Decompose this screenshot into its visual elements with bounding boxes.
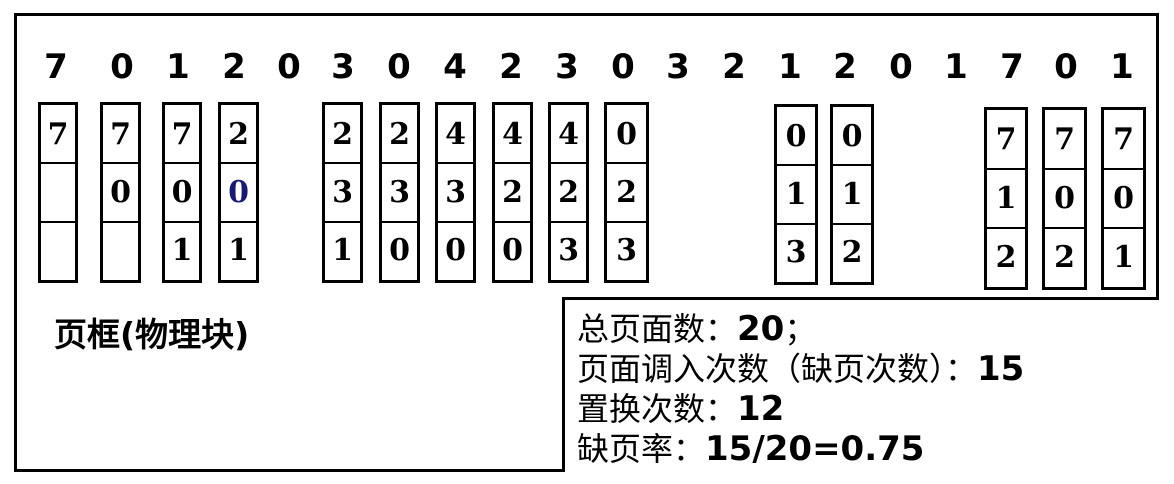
- frame-cell: 3: [616, 233, 637, 269]
- reference-page: 3: [331, 47, 355, 87]
- frame-cell: 7: [1054, 122, 1075, 157]
- reference-page: 1: [944, 47, 968, 87]
- frame-cell: 3: [558, 233, 579, 269]
- frame-column: 7 0 2: [1042, 107, 1087, 290]
- frame-cell: 2: [616, 174, 637, 210]
- frame-cell: 0: [841, 118, 863, 154]
- stat-replacements: 置换次数：12: [577, 388, 784, 430]
- reference-page: 7: [44, 47, 68, 87]
- reference-page: 0: [387, 47, 411, 87]
- frame-cell: 3: [785, 235, 807, 271]
- reference-page: 7: [1000, 47, 1024, 87]
- frame-cell: 0: [1054, 181, 1075, 216]
- frame-column: 2 3 1: [322, 102, 363, 283]
- frame-cell: [41, 222, 75, 280]
- reference-page: 0: [611, 47, 635, 87]
- frame-cell: 0: [1113, 181, 1134, 216]
- stat-total-value: 20: [737, 309, 785, 349]
- frame-column: 4 2 0: [492, 102, 533, 283]
- frame-cell: 2: [389, 116, 410, 152]
- frame-column: 7 1 2: [984, 107, 1028, 290]
- frame-cell: 0: [616, 116, 637, 152]
- frame-column: 70: [100, 102, 141, 283]
- frame-cell: 7: [110, 116, 131, 152]
- stat-total-label: 总页面数：: [577, 310, 738, 348]
- frame-cell: [103, 222, 138, 280]
- frame-cell: 2: [332, 116, 353, 152]
- frame-column: 0 1 2: [830, 104, 874, 285]
- frame-cell: 7: [47, 116, 69, 152]
- frame-cell: 0: [445, 233, 466, 269]
- frame-cell: [41, 163, 75, 221]
- frame-cell: 3: [445, 174, 466, 210]
- frame-label: 页框(物理块): [54, 315, 250, 354]
- stat-rate: 缺页率：15/20=0.75: [577, 428, 924, 470]
- frame-cell: 4: [445, 116, 466, 152]
- reference-page: 1: [778, 47, 802, 87]
- frame-cell: 0: [785, 118, 807, 154]
- frame-cell: 1: [171, 233, 193, 269]
- frame-cell: 1: [995, 181, 1017, 216]
- reference-page: 1: [166, 47, 190, 87]
- frame-column: 7 0 1: [162, 102, 202, 283]
- reference-page: 4: [443, 47, 467, 87]
- reference-page: 0: [110, 47, 134, 87]
- frame-cell: 4: [558, 116, 579, 152]
- reference-page: 0: [277, 47, 301, 87]
- frame-cell: 1: [841, 176, 863, 212]
- frame-cell: 0: [110, 174, 131, 210]
- frame-cell: 7: [171, 116, 193, 152]
- frame-cell: 1: [1113, 240, 1134, 275]
- reference-page: 1: [1110, 47, 1134, 87]
- frame-cell: 1: [228, 233, 249, 269]
- stat-faults-label: 页面调入次数（缺页次数）：: [577, 350, 978, 388]
- stat-rate-label: 缺页率：: [577, 430, 706, 468]
- frame-cell: 4: [502, 116, 523, 152]
- reference-page: 2: [222, 47, 246, 87]
- frame-column: 2 0 1: [218, 102, 259, 283]
- frame-cell: 3: [389, 174, 410, 210]
- reference-page: 3: [666, 47, 690, 87]
- reference-page: 0: [889, 47, 913, 87]
- stat-faults-value: 15: [977, 349, 1025, 389]
- stat-faults: 页面调入次数（缺页次数）：15: [577, 348, 1024, 390]
- reference-page: 2: [722, 47, 746, 87]
- frame-column: 2 3 0: [379, 102, 420, 283]
- frame-column: 7: [38, 102, 78, 283]
- frame-cell: 2: [502, 174, 523, 210]
- frame-column: 0 1 3: [774, 104, 818, 285]
- frame-cell: 1: [785, 176, 807, 212]
- frame-column: 4 2 3: [548, 102, 589, 283]
- frame-column: 4 3 0: [435, 102, 476, 283]
- frame-column: 7 0 1: [1101, 107, 1146, 290]
- stat-total-suffix: ；: [784, 310, 817, 348]
- stats-box: 总页面数：20； 页面调入次数（缺页次数）：15 置换次数：12 缺页率：15/…: [562, 297, 1159, 472]
- frame-cell: 3: [332, 174, 353, 210]
- frame-cell: 0: [389, 233, 410, 269]
- frame-cell: 2: [995, 240, 1017, 275]
- frame-cell: 2: [1054, 240, 1075, 275]
- reference-page: 0: [1054, 47, 1078, 87]
- frame-cell: 7: [1113, 122, 1134, 157]
- frame-column: 0 2 3: [604, 102, 649, 283]
- frame-cell: 2: [841, 235, 863, 271]
- frame-cell: 0: [502, 233, 523, 269]
- frame-cell: 2: [558, 174, 579, 210]
- stat-rate-value: 15/20=0.75: [705, 429, 925, 469]
- stat-replacements-label: 置换次数：: [577, 390, 738, 428]
- stat-replacements-value: 12: [737, 389, 785, 429]
- frame-cell: 0: [171, 174, 193, 210]
- reference-page: 2: [833, 47, 857, 87]
- frame-cell: 0: [228, 174, 249, 210]
- reference-page: 2: [499, 47, 523, 87]
- frame-cell: 7: [995, 122, 1017, 157]
- stat-total: 总页面数：20；: [577, 308, 816, 350]
- frame-cell: 2: [228, 116, 249, 152]
- reference-page: 3: [555, 47, 579, 87]
- frame-cell: 1: [332, 233, 353, 269]
